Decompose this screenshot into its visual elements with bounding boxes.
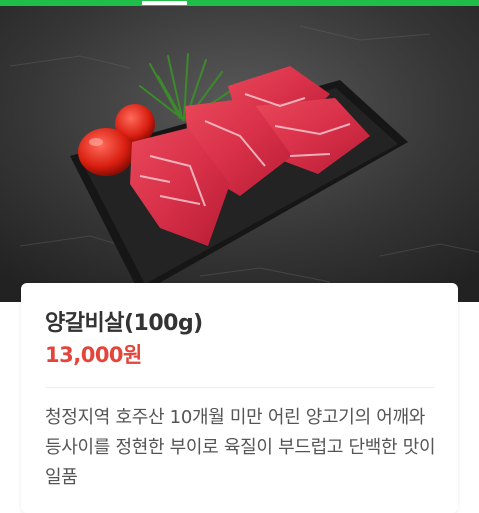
product-image [0,6,479,302]
active-tab-indicator [142,1,187,5]
product-card[interactable]: 양갈비살(100g) 13,000원 청정지역 호주산 10개월 미만 어린 양… [21,283,458,513]
product-name: 양갈비살(100g) [45,311,203,336]
product-description: 청정지역 호주산 10개월 미만 어린 양고기의 어깨와 등사이를 정현한 부이… [45,407,436,488]
product-price: 13,000원 [45,343,142,367]
divider [45,387,435,388]
